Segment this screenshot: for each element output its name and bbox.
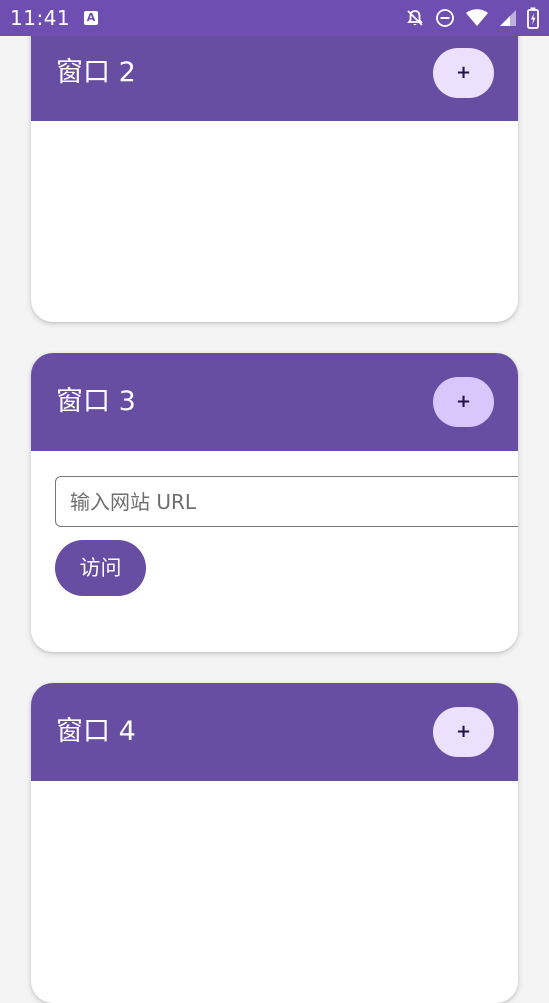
do-not-disturb-icon (436, 9, 454, 27)
add-button[interactable]: + (433, 377, 494, 427)
app-notification-icon: A (84, 11, 98, 25)
battery-charging-icon (527, 7, 539, 29)
window-card-3: 窗口 3 + 访问 (31, 353, 518, 652)
add-button[interactable]: + (433, 707, 494, 757)
signal-icon (500, 10, 516, 26)
notifications-off-icon (407, 10, 423, 26)
status-time: 11:41 (10, 6, 71, 30)
visit-button[interactable]: 访问 (55, 540, 146, 596)
url-input[interactable] (55, 476, 518, 527)
window-card-header: 窗口 3 + (31, 353, 518, 451)
window-card-header: 窗口 4 + (31, 683, 518, 781)
wifi-icon (466, 9, 488, 26)
window-title: 窗口 3 (56, 386, 136, 417)
status-icons (405, 7, 539, 29)
status-bar: 11:41 A (0, 0, 549, 36)
window-card-2: 窗口 2 + (31, 0, 518, 322)
window-title: 窗口 2 (56, 57, 136, 88)
window-card-4: 窗口 4 + (31, 683, 518, 1003)
add-button[interactable]: + (433, 48, 494, 98)
window-title: 窗口 4 (56, 716, 136, 747)
